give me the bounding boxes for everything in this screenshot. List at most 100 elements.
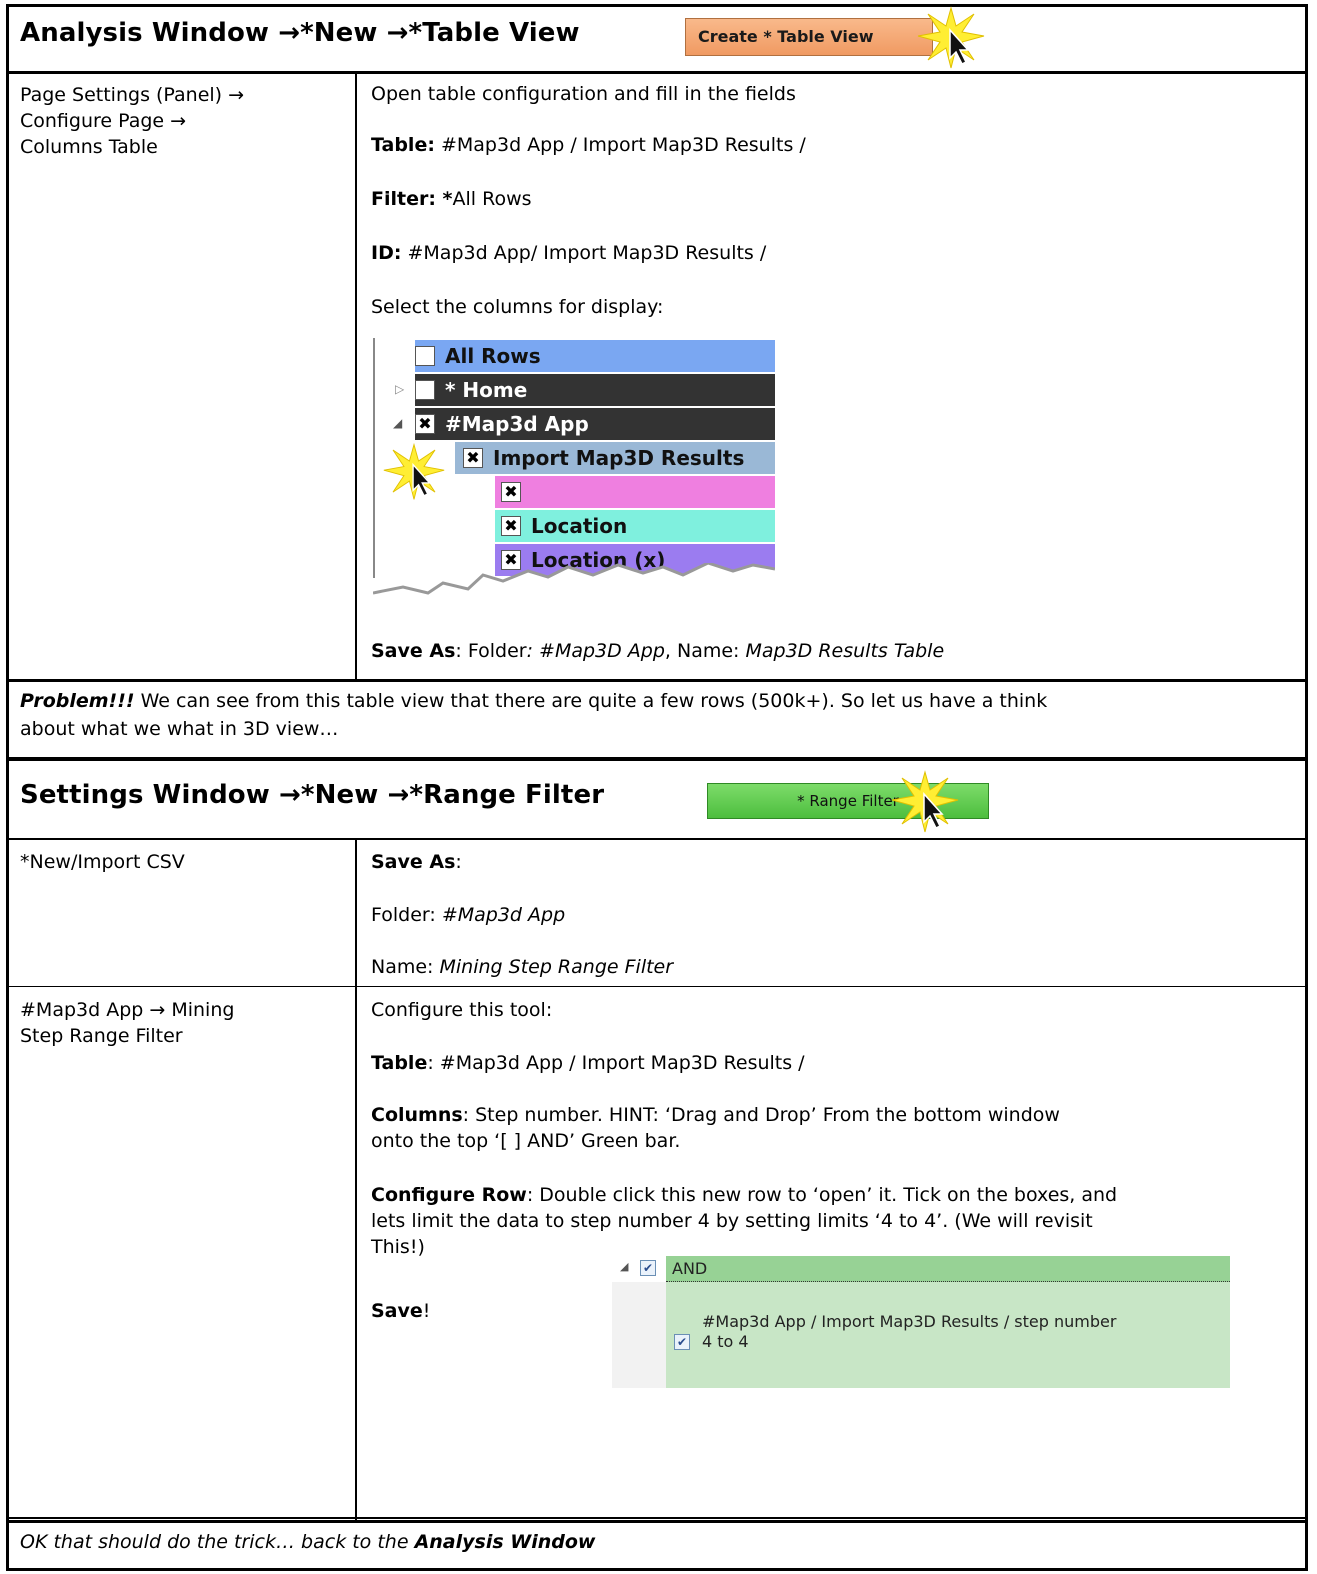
save-label: Save bbox=[371, 1300, 423, 1322]
checkbox-unchecked-icon[interactable] bbox=[415, 379, 435, 400]
field-label: Table: bbox=[371, 134, 435, 156]
checkbox-checked-icon[interactable]: ✖ bbox=[463, 447, 483, 468]
arrow-right-icon: → bbox=[278, 18, 301, 48]
path-line: #Map3d App → Mining bbox=[20, 999, 235, 1021]
folder-label: Folder: bbox=[371, 904, 442, 926]
configure-row-field: Configure Row: Double click this new row… bbox=[371, 1182, 1301, 1260]
field-value: #Map3d App/ Import Map3D Results / bbox=[401, 242, 767, 264]
heading-text: *Range Filter bbox=[409, 780, 605, 810]
tree-row-location[interactable]: ✖ Location bbox=[495, 510, 775, 542]
checkbox-checked-icon[interactable]: ✖ bbox=[501, 515, 521, 536]
border-top bbox=[6, 4, 1308, 7]
and-filter-panel: ◢ ✔ AND ✔ #Map3d App / Import Map3D Resu… bbox=[612, 1256, 1230, 1388]
border-bottom bbox=[6, 1568, 1308, 1571]
row1-left-text: *New/Import CSV bbox=[20, 851, 185, 873]
row1-name: Name: Mining Step Range Filter bbox=[371, 954, 673, 980]
row1-folder: Folder: #Map3d App bbox=[371, 902, 565, 928]
footer-text-a: OK that should do the trick… back to the bbox=[20, 1531, 415, 1553]
heading-text: *New bbox=[300, 18, 387, 48]
divider bbox=[6, 758, 1308, 761]
checkbox-checked-icon[interactable]: ✖ bbox=[501, 481, 521, 502]
expand-arrow-icon[interactable]: ▷ bbox=[395, 382, 404, 396]
divider bbox=[6, 986, 1308, 987]
collapse-arrow-icon[interactable]: ◢ bbox=[393, 416, 402, 430]
collapse-arrow-icon[interactable]: ◢ bbox=[620, 1260, 628, 1273]
configure-tool-text: Configure this tool: bbox=[371, 999, 553, 1021]
field-value: : Step number. HINT: ‘Drag and Drop’ Fro… bbox=[462, 1104, 1060, 1126]
divider bbox=[6, 71, 1308, 74]
click-burst-icon bbox=[917, 6, 985, 69]
and-item-line: 4 to 4 bbox=[702, 1332, 749, 1351]
divider bbox=[6, 1520, 1308, 1523]
and-bar[interactable]: ✔ AND bbox=[640, 1256, 1230, 1282]
name-value: Mining Step Range Filter bbox=[439, 956, 674, 978]
tree-line bbox=[373, 338, 375, 578]
field-value: lets limit the data to step number 4 by … bbox=[371, 1210, 1093, 1232]
footer-text-b: Analysis Window bbox=[414, 1531, 596, 1553]
colon: : bbox=[455, 851, 462, 873]
and-item-line: #Map3d App / Import Map3D Results / step… bbox=[702, 1312, 1117, 1331]
torn-edge bbox=[373, 563, 775, 628]
name-label: Name: bbox=[371, 956, 440, 978]
heading-text: *New bbox=[300, 780, 388, 810]
and-item[interactable]: #Map3d App / Import Map3D Results / step… bbox=[702, 1312, 1116, 1352]
save-as-line: Save As: Folder: #Map3D App, Name: Map3D… bbox=[371, 638, 944, 664]
tree-row-all-rows[interactable]: All Rows bbox=[415, 340, 775, 372]
select-columns-text: Select the columns for display: bbox=[371, 296, 664, 318]
row1-save-as: Save As: bbox=[371, 849, 462, 875]
table-field: Table: #Map3d App / Import Map3D Results… bbox=[371, 1050, 805, 1076]
and-body: ✔ #Map3d App / Import Map3D Results / st… bbox=[666, 1282, 1230, 1388]
row2-left-text: #Map3d App → Mining Step Range Filter bbox=[20, 997, 234, 1049]
border-right bbox=[1305, 4, 1308, 1571]
path-line: Step Range Filter bbox=[20, 1025, 183, 1047]
field-value: onto the top ‘[ ] AND’ Green bar. bbox=[371, 1130, 681, 1152]
column-divider bbox=[355, 840, 357, 1521]
divider bbox=[6, 1517, 1308, 1519]
create-table-view-button[interactable]: Create * Table View bbox=[685, 18, 933, 56]
problem-label: Problem!!! bbox=[20, 690, 135, 712]
and-gutter bbox=[612, 1282, 666, 1388]
left-cell-path: Page Settings (Panel) → Configure Page →… bbox=[20, 82, 244, 160]
click-burst-icon bbox=[891, 770, 959, 833]
field-value: : #Map3d App / Import Map3D Results / bbox=[427, 1052, 805, 1074]
save-as-label: Save As bbox=[371, 851, 456, 873]
columns-field: Columns: Step number. HINT: ‘Drag and Dr… bbox=[371, 1102, 1060, 1154]
field-value: : Double click this new row to ‘open’ it… bbox=[526, 1184, 1118, 1206]
field-label: Table bbox=[371, 1052, 428, 1074]
field-label: Configure Row bbox=[371, 1184, 527, 1206]
field-label: ID: bbox=[371, 242, 402, 264]
field-label: Columns bbox=[371, 1104, 463, 1126]
tree-row-map3d-app[interactable]: ✖ #Map3d App bbox=[415, 408, 775, 440]
folder-value: : #Map3D App bbox=[526, 640, 665, 662]
tree-label: * Home bbox=[445, 378, 528, 402]
and-label: AND bbox=[672, 1259, 708, 1278]
section-heading-settings: Settings Window →*New →*Range Filter bbox=[20, 780, 604, 810]
path-line: Configure Page → bbox=[20, 110, 187, 132]
field-label: Filter: * bbox=[371, 188, 453, 210]
tree-row-home[interactable]: * Home bbox=[415, 374, 775, 406]
border-left bbox=[6, 4, 9, 1571]
arrow-right-icon: → bbox=[279, 780, 301, 810]
path-line: Page Settings (Panel) → bbox=[20, 84, 245, 106]
heading-text: *Table View bbox=[408, 18, 580, 48]
path-line: Columns Table bbox=[20, 136, 158, 158]
checkbox-checked-icon[interactable]: ✔ bbox=[674, 1334, 690, 1350]
heading-text: Settings Window bbox=[20, 780, 280, 810]
checkbox-unchecked-icon[interactable] bbox=[415, 345, 435, 366]
folder-value: #Map3d App bbox=[441, 904, 566, 926]
field-value: #Map3d App / Import Map3D Results / bbox=[434, 134, 806, 156]
problem-text: We can see from this table view that the… bbox=[134, 690, 1048, 712]
checkbox-checked-icon[interactable]: ✖ bbox=[415, 413, 435, 434]
footer-text: OK that should do the trick… back to the… bbox=[20, 1529, 595, 1555]
tree-label: #Map3d App bbox=[445, 412, 589, 436]
name-label: , Name: bbox=[664, 640, 746, 662]
column-divider bbox=[355, 73, 357, 680]
divider bbox=[6, 838, 1308, 840]
problem-line-1: Problem!!! We can see from this table vi… bbox=[20, 688, 1300, 714]
checkbox-checked-icon[interactable]: ✔ bbox=[640, 1260, 656, 1276]
tree-row-blank[interactable]: ✖ bbox=[495, 476, 775, 508]
tree-row-import-results[interactable]: ✖ Import Map3D Results bbox=[455, 442, 775, 474]
save-excl: ! bbox=[422, 1300, 431, 1322]
folder-label: : Folder bbox=[455, 640, 527, 662]
